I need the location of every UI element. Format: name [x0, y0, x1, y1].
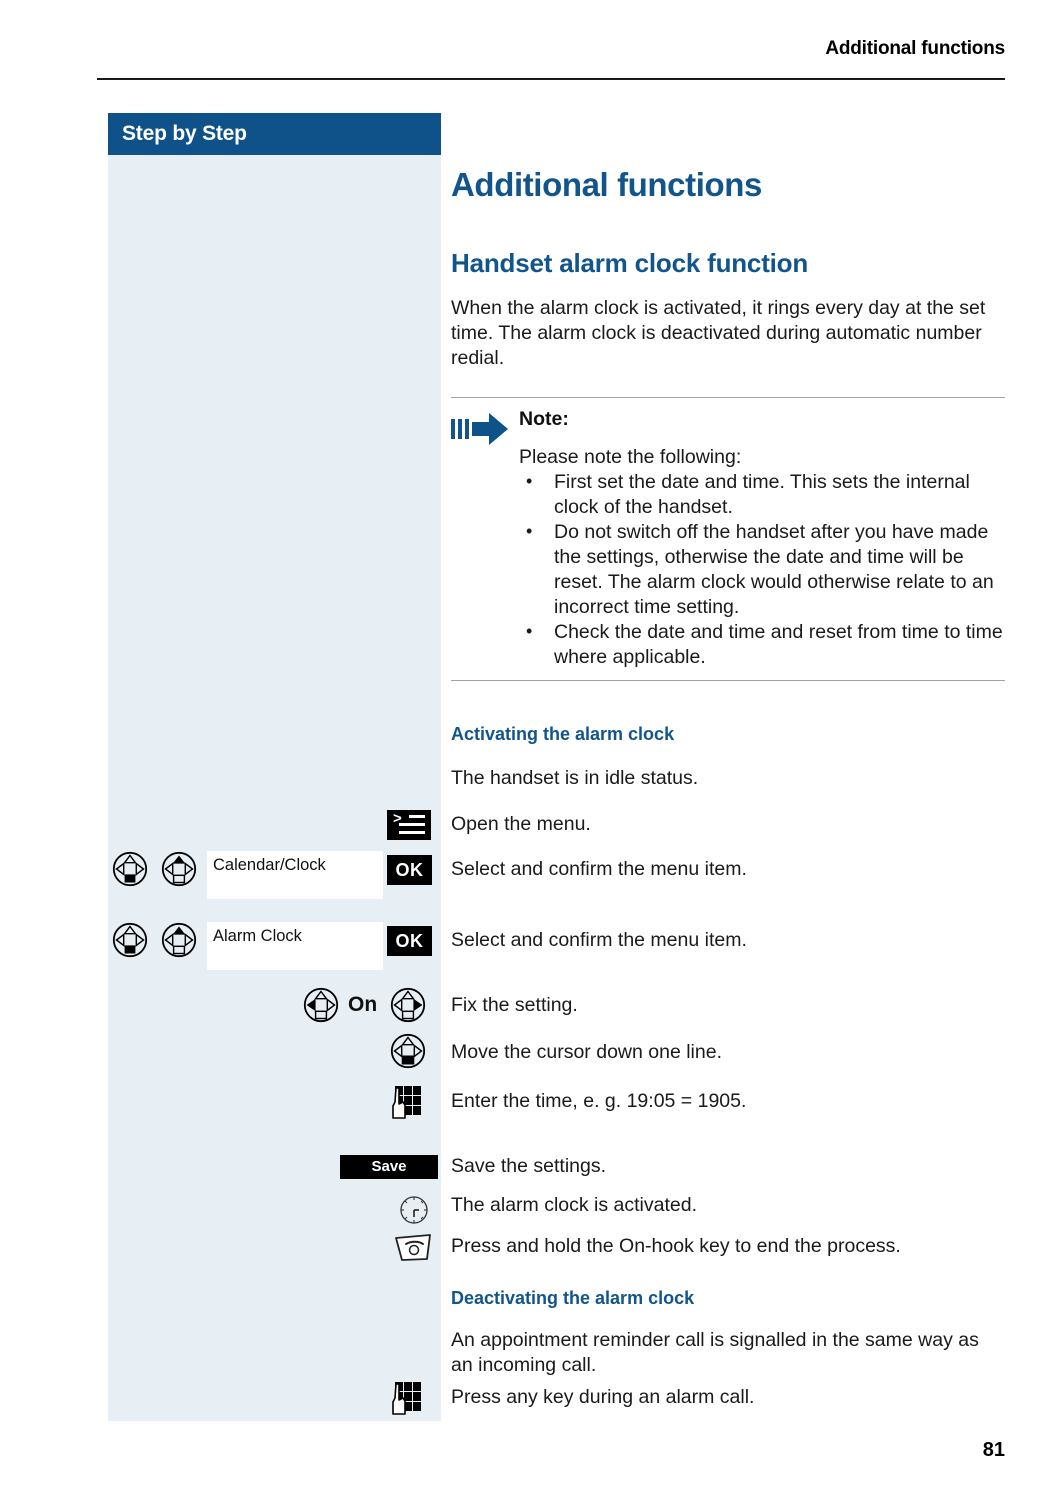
save-softkey[interactable]: Save — [340, 1155, 438, 1179]
menu-key-line — [399, 831, 425, 834]
page-number: 81 — [982, 1439, 1005, 1461]
ok-softkey[interactable]: OK — [387, 926, 432, 956]
step-text-press-any-key: Press any key during an alarm call. — [451, 1386, 755, 1408]
display-text: Alarm Clock — [213, 927, 302, 945]
step-text-on-hook: Press and hold the On-hook key to end th… — [451, 1235, 901, 1257]
step-text-enter-time: Enter the time, e. g. 19:05 = 1905. — [451, 1090, 747, 1112]
step-by-step-sidebar — [108, 113, 441, 1421]
step-text-open-menu: Open the menu. — [451, 813, 591, 835]
menu-key-line — [399, 823, 425, 826]
note-list: • First set the date and time. This sets … — [519, 470, 1005, 670]
note-lead: Please note the following: — [519, 445, 742, 468]
ok-softkey[interactable]: OK — [387, 855, 432, 885]
page-title: Additional functions — [451, 166, 762, 203]
on-label: On — [348, 993, 378, 1016]
intro-paragraph: When the alarm clock is activated, it ri… — [451, 296, 986, 369]
step-by-step-title: Step by Step — [122, 122, 247, 145]
bullet-icon: • — [526, 520, 533, 541]
navigation-key-icon[interactable] — [112, 922, 148, 958]
note-item-text: Check the date and time and reset from t… — [554, 620, 1003, 668]
subheading-activating-alarm-clock: Activating the alarm clock — [451, 724, 675, 744]
note-item-text: First set the date and time. This sets t… — [554, 470, 970, 518]
subheading-deactivating-alarm-clock: Deactivating the alarm clock — [451, 1288, 695, 1308]
step-text-alarm-activated: The alarm clock is activated. — [451, 1194, 698, 1216]
note-block: Note: Please note the following: • First … — [451, 396, 1005, 681]
bullet-icon: • — [526, 620, 533, 641]
step-text-save-settings: Save the settings. — [451, 1155, 607, 1177]
note-list-item: • Do not switch off the handset after you… — [519, 520, 1005, 620]
navigation-key-right-icon[interactable] — [390, 987, 426, 1023]
display-line-alarm-clock: Alarm Clock — [207, 922, 383, 970]
menu-key-icon[interactable]: > — [387, 810, 431, 840]
running-head: Additional functions — [97, 38, 1005, 60]
alarm-clock-icon — [400, 1196, 428, 1224]
step-text-select-confirm-2: Select and confirm the menu item. — [451, 929, 747, 951]
on-hook-key-icon[interactable] — [393, 1232, 433, 1264]
note-title: Note: — [519, 407, 569, 430]
display-line-calendar-clock: Calendar/Clock — [207, 851, 383, 899]
navigation-key-up-icon[interactable] — [161, 922, 197, 958]
keypad-icon[interactable] — [390, 1381, 426, 1419]
main-content-column: Additional functions Handset alarm clock… — [451, 113, 1005, 681]
menu-key-line — [409, 815, 425, 818]
display-text: Calendar/Clock — [213, 856, 326, 874]
navigation-key-up-icon[interactable] — [161, 851, 197, 887]
note-arrow-icon — [451, 412, 508, 445]
header-rule — [97, 78, 1005, 80]
step-text-select-confirm-1: Select and confirm the menu item. — [451, 858, 747, 880]
note-list-item: • First set the date and time. This sets … — [519, 470, 1005, 520]
note-item-text: Do not switch off the handset after you … — [554, 520, 994, 618]
note-list-item: • Check the date and time and reset from … — [519, 620, 1005, 670]
step-by-step-title-bar: Step by Step — [108, 113, 441, 155]
step-text-move-cursor: Move the cursor down one line. — [451, 1041, 722, 1063]
navigation-key-down-icon[interactable] — [390, 1033, 426, 1069]
navigation-key-icon[interactable] — [112, 851, 148, 887]
idle-status-text: The handset is in idle status. — [451, 767, 699, 789]
bullet-icon: • — [526, 470, 533, 491]
step-text-fix-setting: Fix the setting. — [451, 994, 578, 1016]
keypad-icon[interactable] — [390, 1085, 426, 1123]
navigation-key-left-icon[interactable] — [303, 987, 339, 1023]
section-heading-alarm-clock: Handset alarm clock function — [451, 248, 809, 279]
deactivate-paragraph: An appointment reminder call is signalle… — [451, 1329, 979, 1376]
running-head-text: Additional functions — [825, 38, 1005, 59]
